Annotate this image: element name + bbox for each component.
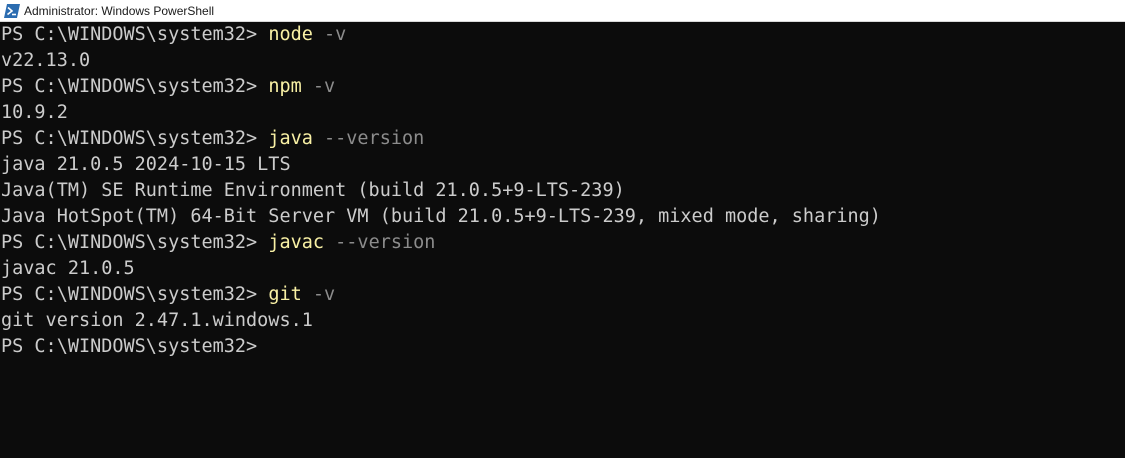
prompt-text: PS C:\WINDOWS\system32>: [1, 232, 269, 253]
prompt-text: PS C:\WINDOWS\system32>: [1, 24, 269, 45]
command-line: PS C:\WINDOWS\system32> node -v: [1, 22, 1125, 48]
command-argument: --version: [312, 128, 425, 149]
powershell-icon: [4, 3, 20, 18]
prompt-line: PS C:\WINDOWS\system32>: [1, 334, 1125, 360]
output-line: 10.9.2: [1, 102, 68, 123]
command-argument: -v: [301, 76, 336, 97]
command-argument: -v: [301, 284, 336, 305]
command-line: PS C:\WINDOWS\system32> git -v: [1, 282, 1125, 308]
command-name: java: [268, 128, 313, 149]
command-argument: --version: [324, 232, 436, 253]
prompt-text: PS C:\WINDOWS\system32>: [1, 336, 269, 357]
title-bar[interactable]: Administrator: Windows PowerShell: [0, 0, 1125, 22]
command-name: javac: [268, 232, 325, 253]
command-name: npm: [268, 76, 302, 97]
prompt-text: PS C:\WINDOWS\system32>: [1, 76, 269, 97]
prompt-text: PS C:\WINDOWS\system32>: [1, 284, 269, 305]
output-line: java 21.0.5 2024-10-15 LTS: [1, 154, 291, 175]
window-title: Administrator: Windows PowerShell: [24, 3, 215, 18]
output-line: git version 2.47.1.windows.1: [1, 310, 313, 331]
prompt-text: PS C:\WINDOWS\system32>: [1, 128, 269, 149]
output-line: Java(TM) SE Runtime Environment (build 2…: [1, 180, 625, 201]
command-argument: -v: [312, 24, 347, 45]
console-output[interactable]: PS C:\WINDOWS\system32> node -v v22.13.0 P…: [0, 22, 1125, 360]
command-line: PS C:\WINDOWS\system32> java --version: [1, 126, 1125, 152]
output-line: javac 21.0.5: [1, 258, 135, 279]
command-line: PS C:\WINDOWS\system32> npm -v: [1, 74, 1125, 100]
command-name: node: [268, 24, 313, 45]
output-line: Java HotSpot(TM) 64-Bit Server VM (build…: [1, 206, 881, 227]
command-name: git: [268, 284, 302, 305]
output-line: v22.13.0: [1, 50, 91, 71]
command-line: PS C:\WINDOWS\system32> javac --version: [1, 230, 1125, 256]
powershell-window: Administrator: Windows PowerShell PS C:\…: [0, 0, 1125, 458]
